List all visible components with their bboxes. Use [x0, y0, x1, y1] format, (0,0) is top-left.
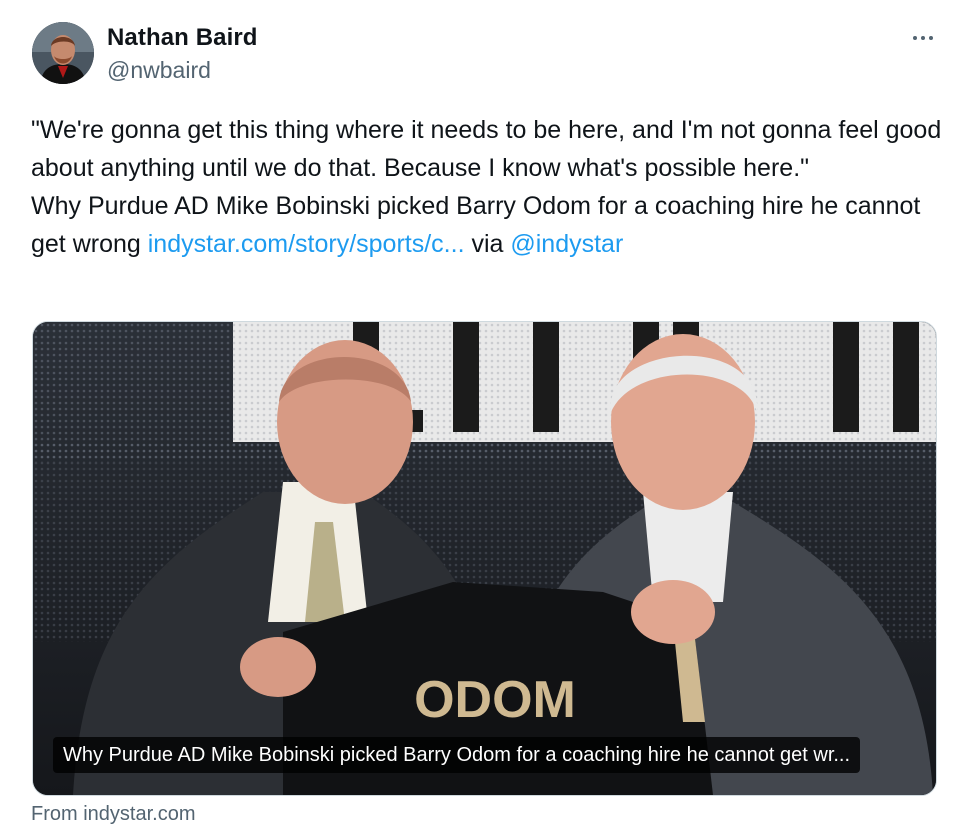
card-image: ODOM — [33, 322, 936, 795]
tweet: Nathan Baird @nwbaird "We're gonna get t… — [0, 0, 974, 826]
profile-photo-icon — [32, 22, 94, 84]
hand-left — [240, 637, 316, 697]
author-name[interactable]: Nathan Baird — [107, 24, 258, 52]
avatar[interactable] — [32, 22, 94, 84]
more-options-button[interactable] — [906, 26, 940, 50]
via-text: via — [464, 230, 511, 258]
author-handle[interactable]: @nwbaird — [107, 57, 211, 84]
mention-link[interactable]: @indystar — [510, 230, 623, 258]
card-source[interactable]: From indystar.com — [31, 803, 195, 826]
article-link[interactable]: indystar.com/story/sports/c... — [148, 230, 465, 258]
more-horizontal-icon — [913, 36, 917, 40]
hand-right — [631, 580, 715, 644]
tweet-headline: Why Purdue AD Mike Bobinski picked Barry… — [31, 187, 946, 263]
link-card[interactable]: ODOM Why Purdue AD Mike Bobinski picked … — [32, 321, 937, 796]
more-dot — [921, 36, 925, 40]
card-caption: Why Purdue AD Mike Bobinski picked Barry… — [53, 737, 861, 773]
more-dot — [929, 36, 933, 40]
tweet-quote: "We're gonna get this thing where it nee… — [31, 116, 942, 182]
jersey-name: ODOM — [414, 671, 576, 729]
tweet-text: "We're gonna get this thing where it nee… — [31, 111, 946, 263]
